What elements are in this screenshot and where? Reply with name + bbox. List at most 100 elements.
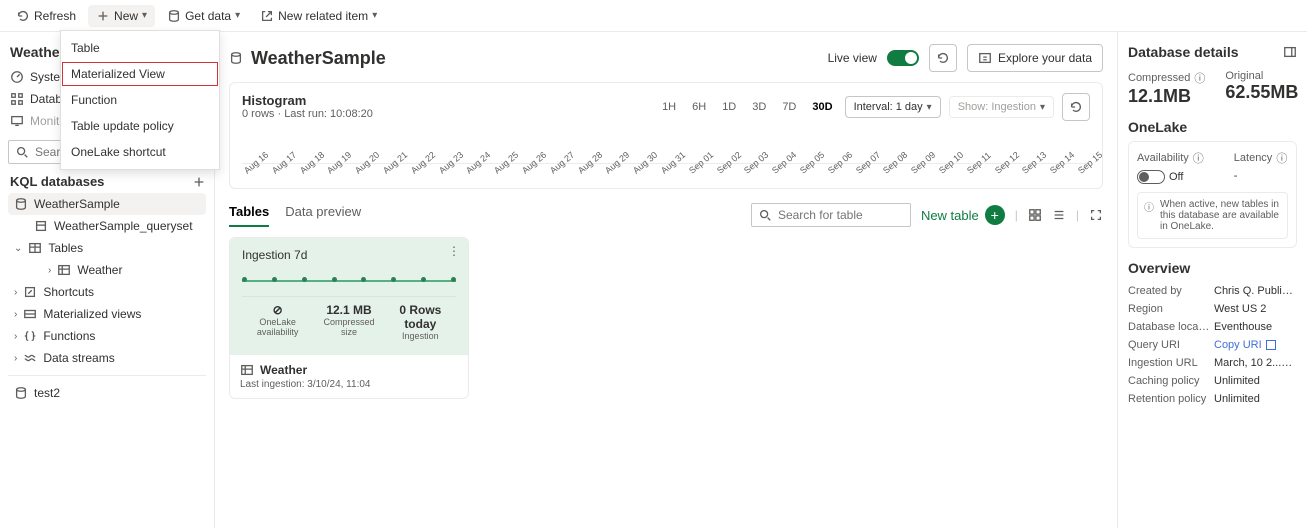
- latency-label: Latency: [1234, 152, 1273, 164]
- axis-tick: Sep 06: [826, 159, 843, 176]
- dd-item-table[interactable]: Table: [61, 35, 219, 61]
- axis-tick: Sep 04: [770, 159, 787, 176]
- refresh-hist-button[interactable]: [1062, 93, 1090, 121]
- list-view-icon[interactable]: [1052, 208, 1066, 222]
- tab-tables[interactable]: Tables: [229, 204, 269, 227]
- new-table-label: New table: [921, 208, 979, 223]
- axis-tick: Sep 02: [715, 159, 732, 176]
- overview-header: Overview: [1128, 260, 1297, 276]
- overview-key: Created by: [1128, 285, 1210, 297]
- compressed-label: Compressed: [1128, 72, 1190, 84]
- axis-tick: Aug 26: [520, 159, 537, 176]
- axis-tick: Aug 27: [548, 159, 565, 176]
- range-7d[interactable]: 7D: [778, 99, 800, 115]
- overview-row: RegionWest US 2: [1128, 300, 1297, 318]
- tree-tables[interactable]: ⌄ Tables: [8, 237, 206, 259]
- dd-item-onelake-shortcut[interactable]: OneLake shortcut: [61, 139, 219, 165]
- expand-panel-icon[interactable]: [1283, 45, 1297, 59]
- onelake-toggle[interactable]: [1137, 170, 1165, 184]
- chevron-down-icon: ▾: [927, 102, 932, 113]
- range-1h[interactable]: 1H: [658, 99, 680, 115]
- axis-tick: Aug 29: [603, 159, 620, 176]
- table-search-input[interactable]: [778, 208, 904, 222]
- range-1d[interactable]: 1D: [718, 99, 740, 115]
- plus-icon[interactable]: [192, 175, 206, 189]
- tree-db-weathersample[interactable]: WeatherSample: [8, 193, 206, 215]
- tree-table-weather[interactable]: › Weather: [8, 259, 206, 281]
- axis-tick: Aug 21: [381, 159, 398, 176]
- search-icon: [15, 145, 29, 159]
- overview-value: March, 10 2...Copy URI: [1214, 357, 1297, 369]
- chevron-right-icon: ›: [14, 353, 17, 364]
- explore-data-button[interactable]: Explore your data: [967, 44, 1103, 72]
- dd-item-function[interactable]: Function: [61, 87, 219, 113]
- monitor-icon: [10, 114, 24, 128]
- tree-label: test2: [34, 386, 60, 400]
- original-value: 62.55MB: [1225, 82, 1298, 103]
- tabs: Tables Data preview: [229, 204, 361, 226]
- tab-data-preview[interactable]: Data preview: [285, 204, 361, 226]
- chevron-right-icon: ›: [14, 309, 17, 320]
- details-header: Database details: [1128, 44, 1239, 60]
- overview-value: Eventhouse: [1214, 321, 1297, 333]
- shortcut-icon: [23, 285, 37, 299]
- latency-value: -: [1234, 170, 1288, 182]
- copy-uri-link[interactable]: Copy URI: [1281, 357, 1297, 369]
- new-button[interactable]: New ▾: [88, 5, 155, 27]
- axis-tick: Sep 11: [965, 159, 982, 176]
- tree-db-test2[interactable]: test2: [8, 382, 206, 404]
- live-view-toggle[interactable]: [887, 50, 919, 66]
- metric-label: Ingestion: [389, 331, 452, 341]
- info-icon[interactable]: ⓘ: [1193, 150, 1204, 166]
- toolbar: Refresh New ▾ Get data ▾ New related ite…: [0, 0, 1307, 32]
- refresh-main-button[interactable]: [929, 44, 957, 72]
- original-label: Original: [1225, 70, 1298, 82]
- axis-tick: Aug 30: [631, 159, 648, 176]
- plus-circle-icon: +: [985, 205, 1005, 225]
- axis-tick: Sep 10: [937, 159, 954, 176]
- axis-tick: Aug 20: [353, 159, 370, 176]
- range-30d[interactable]: 30D: [808, 99, 836, 115]
- range-6h[interactable]: 6H: [688, 99, 710, 115]
- axis-tick: Sep 03: [742, 159, 759, 176]
- metric-value: 0 Rows today: [389, 303, 452, 331]
- chevron-down-icon: ▾: [1040, 102, 1045, 113]
- expand-icon[interactable]: [1089, 208, 1103, 222]
- tree-materialized-views[interactable]: › Materialized views: [8, 303, 206, 325]
- table-tile-weather[interactable]: ⋮ Ingestion 7d ⊘ OneLake availability 12…: [229, 237, 469, 399]
- copy-icon[interactable]: [1266, 340, 1276, 350]
- new-dropdown: Table Materialized View Function Table u…: [60, 30, 220, 170]
- tree-data-streams[interactable]: › Data streams: [8, 347, 206, 369]
- table-search[interactable]: [751, 203, 911, 227]
- grid-view-icon[interactable]: [1028, 208, 1042, 222]
- info-icon[interactable]: ⓘ: [1276, 150, 1287, 166]
- tree-functions[interactable]: › Functions: [8, 325, 206, 347]
- tree-queryset[interactable]: WeatherSample_queryset: [8, 215, 206, 237]
- new-related-button[interactable]: New related item ▾: [252, 5, 385, 27]
- metric-compressed: 12.1 MB Compressed size: [313, 297, 384, 347]
- get-data-label: Get data: [185, 9, 231, 23]
- chevron-right-icon: ›: [14, 287, 17, 298]
- tree-label: Functions: [43, 329, 95, 343]
- dd-item-materialized-view[interactable]: Materialized View: [61, 61, 219, 87]
- refresh-button[interactable]: Refresh: [8, 5, 84, 27]
- histogram-title: Histogram: [242, 93, 373, 108]
- dd-item-table-update-policy[interactable]: Table update policy: [61, 113, 219, 139]
- tree-shortcuts[interactable]: › Shortcuts: [8, 281, 206, 303]
- copy-uri-link[interactable]: Copy URI: [1214, 339, 1262, 351]
- metric-label: Compressed size: [317, 317, 380, 337]
- tree-label: Materialized views: [43, 307, 141, 321]
- database-icon: [14, 386, 28, 400]
- info-icon: ⓘ: [1144, 199, 1154, 232]
- interval-dropdown[interactable]: Interval: 1 day ▾: [845, 96, 941, 118]
- info-icon[interactable]: ⓘ: [1194, 70, 1205, 86]
- overview-value: Unlimited: [1214, 375, 1297, 387]
- range-3d[interactable]: 3D: [748, 99, 770, 115]
- tile-more-button[interactable]: ⋮: [448, 244, 460, 258]
- axis-tick: Aug 17: [270, 159, 287, 176]
- get-data-button[interactable]: Get data ▾: [159, 5, 248, 27]
- compressed-value: 12.1MB: [1128, 86, 1205, 107]
- metric-value: 12.1 MB: [317, 303, 380, 317]
- tile-table-name: Weather: [240, 363, 458, 377]
- new-table-button[interactable]: New table +: [921, 205, 1005, 225]
